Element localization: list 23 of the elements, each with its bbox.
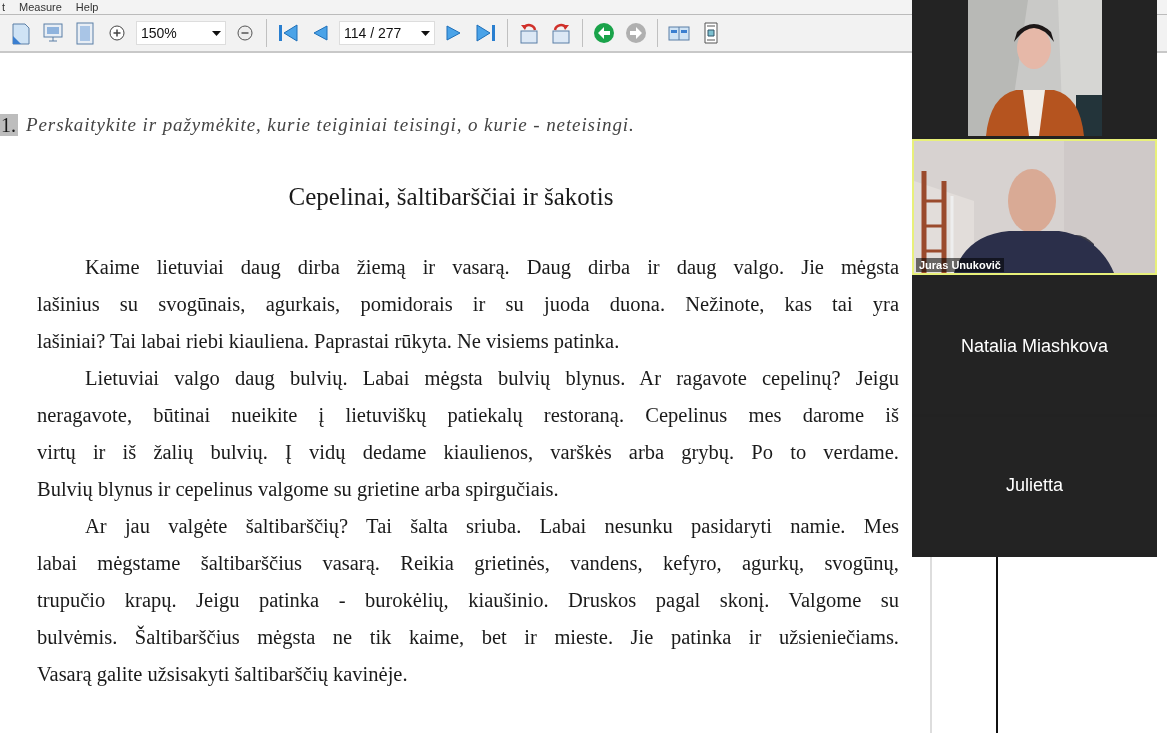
caret-icon bbox=[421, 30, 430, 36]
first-page-icon bbox=[276, 21, 300, 45]
paragraph-text: Ar jau valgėte šaltibarščių? Tai šalta sriuba. Labai nesunku pasidaryti namie. Mes labai mėgstame šaltibarščius vasarą. Reikia grietinės, vandens, kefyro, agurkų, svogūnų, trupučio krapų. Jeigu patinka - burokėlių, kiaušinio. Druskos pagal skonį. Valgome su bulvėmis. Šaltibarščius mėgsta ne tik kaime, bet ir mieste. Jie patinka ir užsieniečiams. Vasarą galite užsisakyti šaltibarščių kavinėje. bbox=[37, 514, 899, 688]
participant-name: Juras Unukovič bbox=[916, 258, 1004, 272]
paragraph-text: Lietuviai valgo daug bulvių. Labai mėgsta bulvių blynus. Ar ragavote cepelinų? Jeigu neragavote, būtinai nueikite į lietuviškų patiekalų restoraną. Cepelinus mes darome iš virtų ir iš žalių bulvių. Į vidų dedame kiaulienos, varškės arba grybų. Po to verdame. Bulvių blynus ir cepelinus valgome su grietine arba spirgučiais. bbox=[37, 366, 899, 503]
participant-name: Natalia Miashkova bbox=[960, 334, 1109, 358]
page-icon bbox=[9, 21, 33, 45]
last-page-icon bbox=[474, 21, 498, 45]
dropdown-field[interactable]: 114 / 277 bbox=[339, 21, 435, 45]
instruction-text: Perskaitykite ir pažymėkite, kurie teiginiai teisingi, o kurie - neteisingi. bbox=[26, 113, 635, 137]
rotate-right-icon bbox=[549, 21, 573, 45]
exercise-number: 1. bbox=[0, 114, 18, 137]
document-title: Cepelinai, šaltibarščiai ir šakotis bbox=[287, 181, 615, 212]
rotate-left-icon bbox=[517, 21, 541, 45]
menu-item[interactable]: Measure bbox=[19, 0, 62, 14]
paragraph-text: Kaime lietuviai daug dirba žiemą ir vasarą. Daug dirba ir daug valgo. Jie mėgsta lašinius su svogūnais, agurkais, pomidorais ir su juoda duona. Nežinote, kas tai yra lašiniai? Tai labai riebi kiauliena. Paprastai rūkyta. Ne visiems patinka. bbox=[37, 255, 899, 355]
caret-icon bbox=[212, 30, 221, 36]
menu-item[interactable]: t bbox=[2, 0, 6, 14]
dropdown-field[interactable]: 150% bbox=[136, 21, 226, 45]
participant-name: Julietta bbox=[1005, 473, 1063, 497]
menu-item[interactable]: Help bbox=[75, 0, 99, 14]
page-icon bbox=[73, 21, 97, 45]
monitor-icon bbox=[41, 21, 65, 45]
